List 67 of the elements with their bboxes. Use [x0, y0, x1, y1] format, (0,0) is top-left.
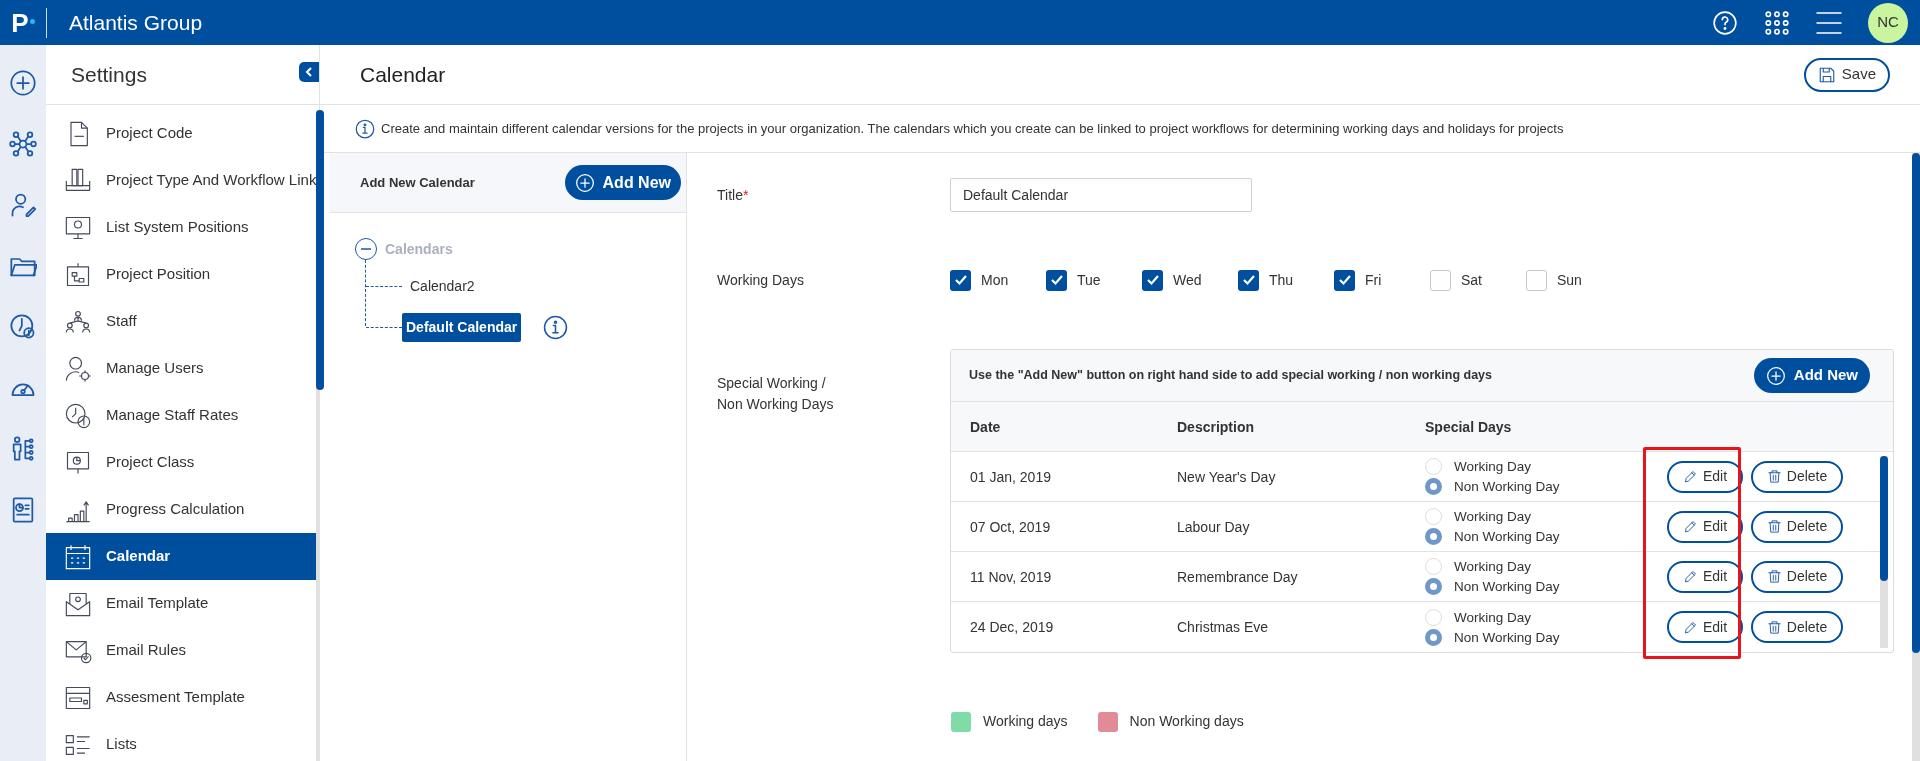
sidebar-item[interactable]: Manage Users	[46, 345, 317, 392]
edit-button[interactable]: Edit	[1667, 611, 1743, 643]
sidebar-item[interactable]: Manage Staff Rates	[46, 392, 317, 439]
logo: P	[11, 9, 29, 36]
table-cell: Remembrance Day	[1177, 568, 1298, 585]
day-label: Wed	[1173, 270, 1202, 290]
info-text: Create and maintain different calendar versions for the projects in your organization. The calendars which you create can be linked to project workflows for determining working days and holidays for projects	[381, 119, 1564, 138]
field-label: Working Days	[717, 270, 805, 290]
sidebar-item[interactable]: Progress Calculation	[46, 486, 317, 533]
radio-label: Working Day	[1454, 458, 1532, 475]
column-header: Date	[970, 418, 1001, 435]
edit-button[interactable]: Edit	[1667, 510, 1743, 543]
day-label: Sun	[1557, 270, 1582, 290]
field-label: Title*	[717, 185, 750, 205]
sidebar-item[interactable]: Project Code	[46, 110, 317, 157]
panel-heading: Add New Calendar	[360, 173, 475, 192]
radio-label: Working Day	[1454, 558, 1532, 575]
day-label: Thu	[1269, 270, 1294, 290]
add-new-button[interactable]: Add New	[564, 165, 681, 200]
column-header: Special Days	[1425, 418, 1512, 435]
radio-label: Non Working Day	[1454, 478, 1560, 495]
delete-button[interactable]: Delete	[1751, 611, 1843, 643]
tree-node[interactable]: Calendar2	[406, 272, 479, 301]
table-hint: Use the "Add New" button on right hand side to add special working / non working days	[969, 367, 1492, 385]
field-label: Special Working / Non Working Days	[717, 374, 835, 414]
app-title: Atlantis Group	[69, 9, 203, 36]
sidebar-item[interactable]: Staff	[46, 298, 317, 345]
title-field[interactable]: Default Calendar	[950, 178, 1252, 212]
sidebar-item[interactable]: List System Positions	[46, 204, 317, 251]
day-label: Tue	[1077, 270, 1101, 290]
sidebar-item[interactable]: Project Type And Workflow Link	[46, 157, 317, 204]
edit-button[interactable]: Edit	[1667, 560, 1743, 593]
table-cell: 24 Dec, 2019	[970, 619, 1054, 635]
add-new-button[interactable]: Add New	[1753, 358, 1870, 393]
day-label: Mon	[981, 270, 1009, 290]
sidebar-item[interactable]: Calendar	[46, 533, 317, 580]
table-cell: 01 Jan, 2019	[970, 468, 1051, 485]
radio-label: Working Day	[1454, 608, 1532, 626]
column-header: Description	[1177, 418, 1254, 435]
sidebar-item[interactable]: Assesment Template	[46, 674, 317, 721]
save-button[interactable]: Save	[1803, 57, 1890, 92]
day-label: Fri	[1365, 270, 1382, 290]
sidebar-item[interactable]: Project Position	[46, 251, 317, 298]
legend-label: Non Working days	[1129, 712, 1244, 731]
radio-label: Non Working Day	[1454, 528, 1560, 545]
sidebar-item[interactable]: Email Rules	[46, 627, 317, 674]
radio-label: Working Day	[1454, 508, 1532, 525]
radio-label: Non Working Day	[1454, 628, 1560, 646]
tree-node[interactable]: Default Calendar	[402, 313, 522, 342]
delete-button[interactable]: Delete	[1751, 460, 1843, 493]
table-cell: 07 Oct, 2019	[970, 518, 1051, 535]
table-cell: New Year's Day	[1177, 468, 1276, 485]
table-cell: 11 Nov, 2019	[970, 568, 1052, 585]
sidebar-item[interactable]: Lists	[46, 721, 317, 761]
edit-button[interactable]: Edit	[1667, 460, 1743, 493]
radio-label: Non Working Day	[1454, 578, 1560, 595]
day-label: Sat	[1461, 270, 1482, 290]
table-cell: Christmas Eve	[1177, 619, 1269, 635]
delete-button[interactable]: Delete	[1751, 560, 1843, 593]
table-cell: Labour Day	[1177, 518, 1250, 535]
sidebar-item[interactable]: Project Class	[46, 439, 317, 486]
legend-label: Working days	[983, 712, 1068, 731]
sidebar-title: Settings	[71, 61, 147, 88]
sidebar-item[interactable]: Email Template	[46, 580, 317, 627]
user-avatar[interactable]: NC	[1868, 2, 1908, 43]
page-title: Calendar	[360, 61, 446, 88]
delete-button[interactable]: Delete	[1751, 510, 1843, 543]
